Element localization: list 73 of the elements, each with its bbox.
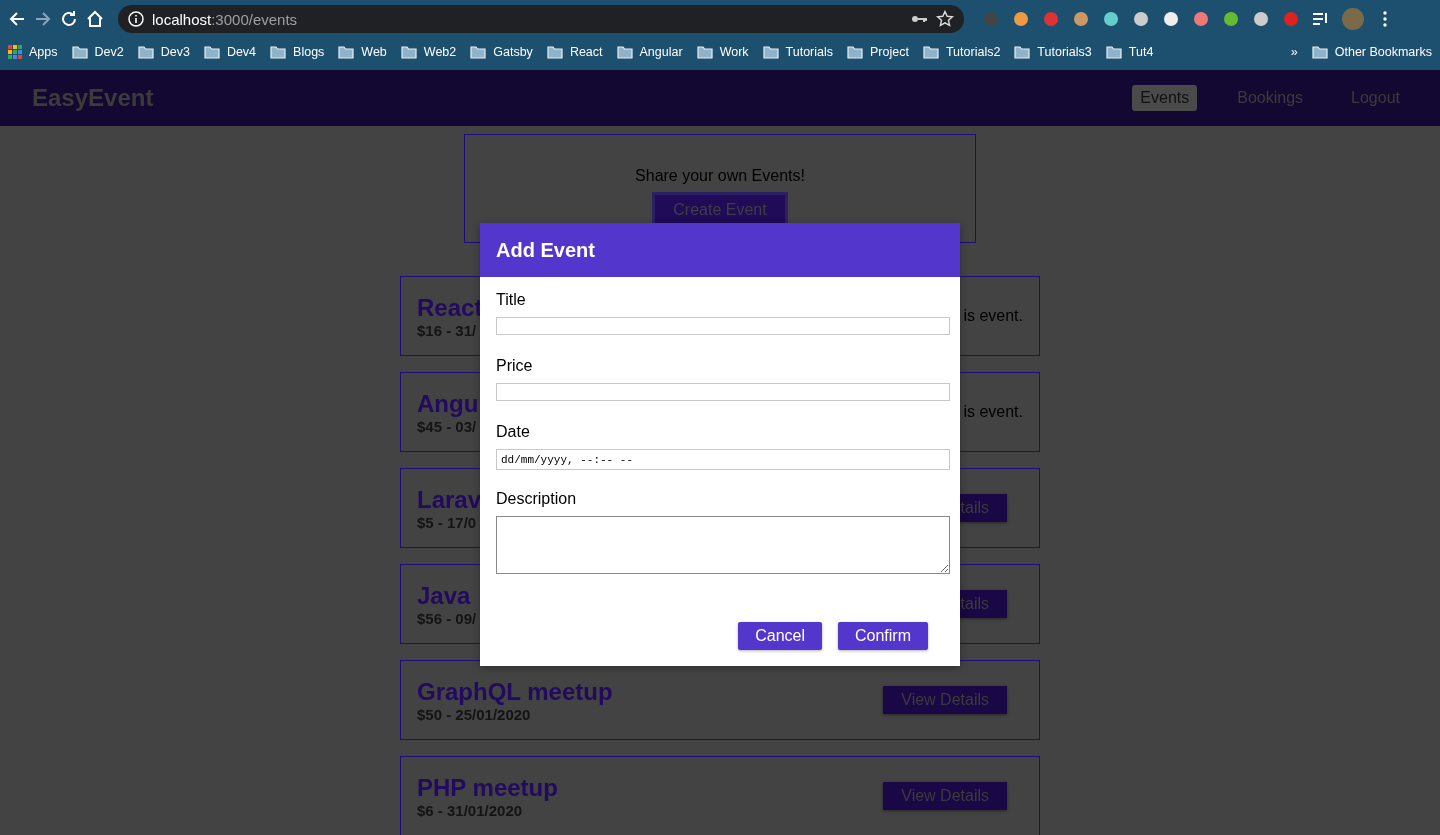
url-path: :3000/events	[211, 10, 298, 28]
address-bar[interactable]: localhost:3000/events	[118, 5, 964, 33]
star-icon[interactable]	[936, 10, 954, 28]
extension-icon[interactable]	[1162, 10, 1180, 28]
extension-icon[interactable]	[1222, 10, 1240, 28]
home-icon[interactable]	[86, 10, 104, 28]
owner-note: is event.	[963, 307, 1023, 325]
bookmark-item[interactable]: Dev2	[71, 45, 124, 59]
folder-icon	[137, 45, 154, 59]
bookmarks-overflow-button[interactable]: »	[1290, 45, 1298, 59]
reload-icon[interactable]	[60, 10, 78, 28]
field-label: Date	[496, 423, 531, 441]
description-textarea[interactable]	[496, 516, 950, 574]
forward-arrow-icon[interactable]	[34, 10, 52, 28]
folder-icon	[203, 45, 220, 59]
event-title: React	[417, 293, 483, 322]
bookmark-item[interactable]: Angular	[616, 45, 683, 59]
extension-icon[interactable]	[1102, 10, 1120, 28]
folder-icon	[1014, 45, 1031, 59]
bookmark-item[interactable]: Tutorials2	[922, 45, 1001, 59]
url-host: localhost	[152, 10, 212, 28]
bookmark-item[interactable]: Web	[338, 45, 387, 59]
folder-icon	[338, 45, 355, 59]
dialog-title: Add Event	[496, 238, 595, 262]
bookmark-item[interactable]: Tutorials3	[1014, 45, 1092, 59]
bookmark-item[interactable]: Blogs	[270, 45, 325, 59]
date-input-field[interactable]: dd/mm/yyyy, --:-- --	[496, 449, 950, 470]
bookmark-item[interactable]: Tutorials	[762, 45, 834, 59]
dialog-button[interactable]: Confirm	[838, 622, 928, 650]
bookmark-item[interactable]: Apps	[8, 45, 58, 59]
bookmark-item[interactable]: Work	[696, 45, 749, 59]
info-icon	[128, 11, 144, 27]
folder-icon	[546, 45, 563, 59]
extension-icon[interactable]	[1072, 10, 1090, 28]
extension-icon[interactable]	[1192, 10, 1210, 28]
event-title: Java	[417, 581, 471, 610]
extension-icon[interactable]	[1012, 10, 1030, 28]
folder-icon	[470, 45, 487, 59]
bookmark-item[interactable]: Gatsby	[470, 45, 533, 59]
bookmark-item[interactable]: React	[546, 45, 603, 59]
text-input-field[interactable]	[496, 383, 950, 401]
folder-icon	[400, 45, 417, 59]
event-title: Larav	[417, 485, 482, 514]
folder-icon	[270, 45, 287, 59]
folder-icon	[922, 45, 939, 59]
folder-icon	[616, 45, 633, 59]
field-label: Description	[496, 490, 578, 508]
panel-text: Share your own Events!	[635, 167, 805, 185]
bookmark-item[interactable]: Tut4	[1105, 45, 1154, 59]
field-label: Price	[496, 357, 534, 375]
owner-note: is event.	[963, 403, 1023, 421]
event-title: Angu	[417, 389, 479, 418]
folder-icon	[1311, 45, 1328, 59]
back-arrow-icon[interactable]	[8, 10, 26, 28]
apps-grid-icon	[8, 45, 22, 59]
folder-icon	[762, 45, 779, 59]
bookmark-item[interactable]: Project	[847, 45, 909, 59]
extension-icon[interactable]	[1132, 10, 1150, 28]
folder-icon	[71, 45, 88, 59]
field-label: Title	[496, 291, 527, 309]
dialog-button[interactable]: Cancel	[738, 622, 822, 650]
text-input-field[interactable]	[496, 317, 950, 335]
event-title: PHP meetup	[417, 773, 558, 802]
folder-icon	[696, 45, 713, 59]
bookmark-item[interactable]: Dev3	[137, 45, 190, 59]
bookmark-item[interactable]: Web2	[400, 45, 457, 59]
media-control-icon[interactable]	[1312, 10, 1330, 28]
event-title: GraphQL meetup	[417, 677, 613, 706]
extension-icon[interactable]	[1252, 10, 1270, 28]
folder-icon	[1105, 45, 1122, 59]
bookmark-item[interactable]: Other Bookmarks	[1311, 45, 1432, 59]
bookmark-item[interactable]: Dev4	[203, 45, 257, 59]
folder-icon	[847, 45, 864, 59]
